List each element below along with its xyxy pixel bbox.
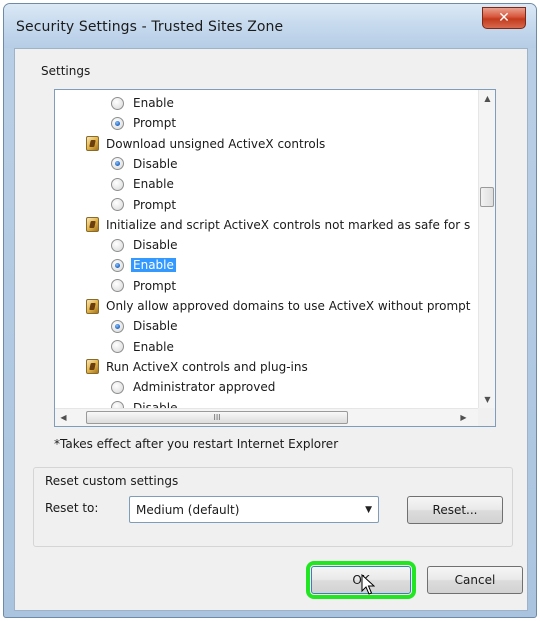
setting-category-icon — [86, 359, 99, 375]
scrollbar-corner — [478, 408, 495, 426]
setting-option[interactable]: Prompt — [111, 113, 176, 133]
scroll-left-icon[interactable]: ◀ — [55, 409, 72, 426]
radio-checked-icon[interactable] — [111, 116, 124, 130]
mouse-cursor-icon — [361, 574, 375, 595]
reset-to-label: Reset to: — [45, 501, 99, 515]
setting-option[interactable]: Enable — [111, 255, 176, 275]
radio-unchecked-icon[interactable] — [111, 401, 124, 408]
restart-note: *Takes effect after you restart Internet… — [54, 437, 339, 451]
setting-option[interactable]: Enable — [111, 93, 174, 113]
setting-option-label: Prompt — [133, 278, 177, 293]
setting-option-label: Disable — [133, 319, 178, 334]
security-settings-dialog: Security Settings - Trusted Sites Zone ✕… — [3, 3, 537, 618]
setting-option[interactable]: Enable — [111, 174, 174, 194]
setting-option[interactable]: Administrator approved — [111, 377, 275, 397]
radio-unchecked-icon[interactable] — [111, 380, 124, 394]
cancel-button[interactable]: Cancel — [427, 566, 523, 594]
setting-category-label: Download unsigned ActiveX controls — [106, 136, 326, 151]
reset-level-value: Medium (default) — [136, 502, 240, 517]
scroll-right-icon[interactable]: ▶ — [455, 409, 472, 426]
setting-option-label: Disable — [133, 156, 178, 171]
radio-checked-icon[interactable] — [111, 319, 124, 333]
setting-option[interactable]: Disable — [111, 235, 178, 255]
scroll-down-icon[interactable]: ▼ — [479, 391, 495, 408]
setting-category-label: Run ActiveX controls and plug-ins — [106, 359, 308, 374]
reset-button-label: Reset... — [432, 503, 478, 517]
settings-group-label: Settings — [41, 64, 91, 78]
setting-option-label: Prompt — [133, 197, 177, 212]
setting-category-icon — [86, 136, 99, 152]
setting-category-row: Initialize and script ActiveX controls n… — [86, 215, 470, 235]
horizontal-scrollbar[interactable]: ◀ III ▶ — [55, 408, 495, 426]
setting-option-label: Disable — [133, 400, 178, 409]
setting-option[interactable]: Disable — [111, 154, 178, 174]
setting-option-label: Administrator approved — [133, 380, 276, 395]
setting-option[interactable]: Disable — [111, 316, 178, 336]
setting-category-row: Run ActiveX controls and plug-ins — [86, 357, 308, 377]
radio-unchecked-icon[interactable] — [111, 238, 124, 252]
close-button[interactable]: ✕ — [482, 7, 526, 29]
radio-unchecked-icon[interactable] — [111, 279, 124, 293]
dialog-body: Settings Enable Prompt Download unsigned A… — [14, 48, 528, 611]
scroll-grip-icon: III — [213, 413, 221, 422]
setting-option[interactable]: Prompt — [111, 276, 176, 296]
setting-category-label: Initialize and script ActiveX controls n… — [106, 217, 471, 232]
setting-option-label: Enable — [133, 339, 174, 354]
setting-option-label: Prompt — [133, 116, 177, 131]
radio-unchecked-icon[interactable] — [111, 198, 124, 211]
radio-checked-icon[interactable] — [111, 258, 124, 272]
setting-category-label: Only allow approved domains to use Activ… — [106, 299, 471, 313]
radio-unchecked-icon[interactable] — [111, 340, 124, 354]
setting-option-label: Enable — [131, 258, 176, 273]
settings-list-content: Enable Prompt Download unsigned ActiveX co… — [55, 90, 479, 408]
close-icon: ✕ — [498, 10, 510, 26]
setting-category-row: Only allow approved domains to use Activ… — [86, 296, 470, 316]
vertical-scrollbar[interactable]: ▲ ▼ — [478, 90, 495, 408]
setting-category-icon — [86, 217, 99, 233]
setting-option[interactable]: Prompt — [111, 195, 176, 215]
horizontal-scroll-thumb[interactable]: III — [86, 411, 348, 424]
window-title: Security Settings - Trusted Sites Zone — [16, 19, 284, 35]
radio-checked-icon[interactable] — [111, 157, 124, 171]
chevron-down-icon: ▼ — [365, 505, 372, 515]
settings-list[interactable]: Enable Prompt Download unsigned ActiveX co… — [54, 89, 496, 427]
reset-level-dropdown[interactable]: Medium (default) ▼ — [129, 496, 379, 523]
setting-option-label: Enable — [133, 177, 174, 192]
radio-unchecked-icon[interactable] — [111, 177, 124, 191]
radio-unchecked-icon[interactable] — [111, 96, 124, 110]
setting-category-row: Download unsigned ActiveX controls — [86, 134, 325, 154]
setting-option-label: Enable — [133, 96, 174, 110]
cancel-button-label: Cancel — [454, 573, 496, 587]
setting-option-label: Disable — [133, 238, 178, 253]
scroll-up-icon[interactable]: ▲ — [479, 90, 495, 107]
reset-button[interactable]: Reset... — [407, 496, 503, 524]
setting-option[interactable]: Disable — [111, 398, 178, 409]
setting-option[interactable]: Enable — [111, 337, 174, 357]
setting-category-icon — [86, 298, 99, 314]
reset-group-label: Reset custom settings — [45, 474, 179, 488]
vertical-scroll-thumb[interactable] — [480, 187, 494, 207]
title-bar[interactable]: Security Settings - Trusted Sites Zone ✕ — [4, 4, 536, 48]
